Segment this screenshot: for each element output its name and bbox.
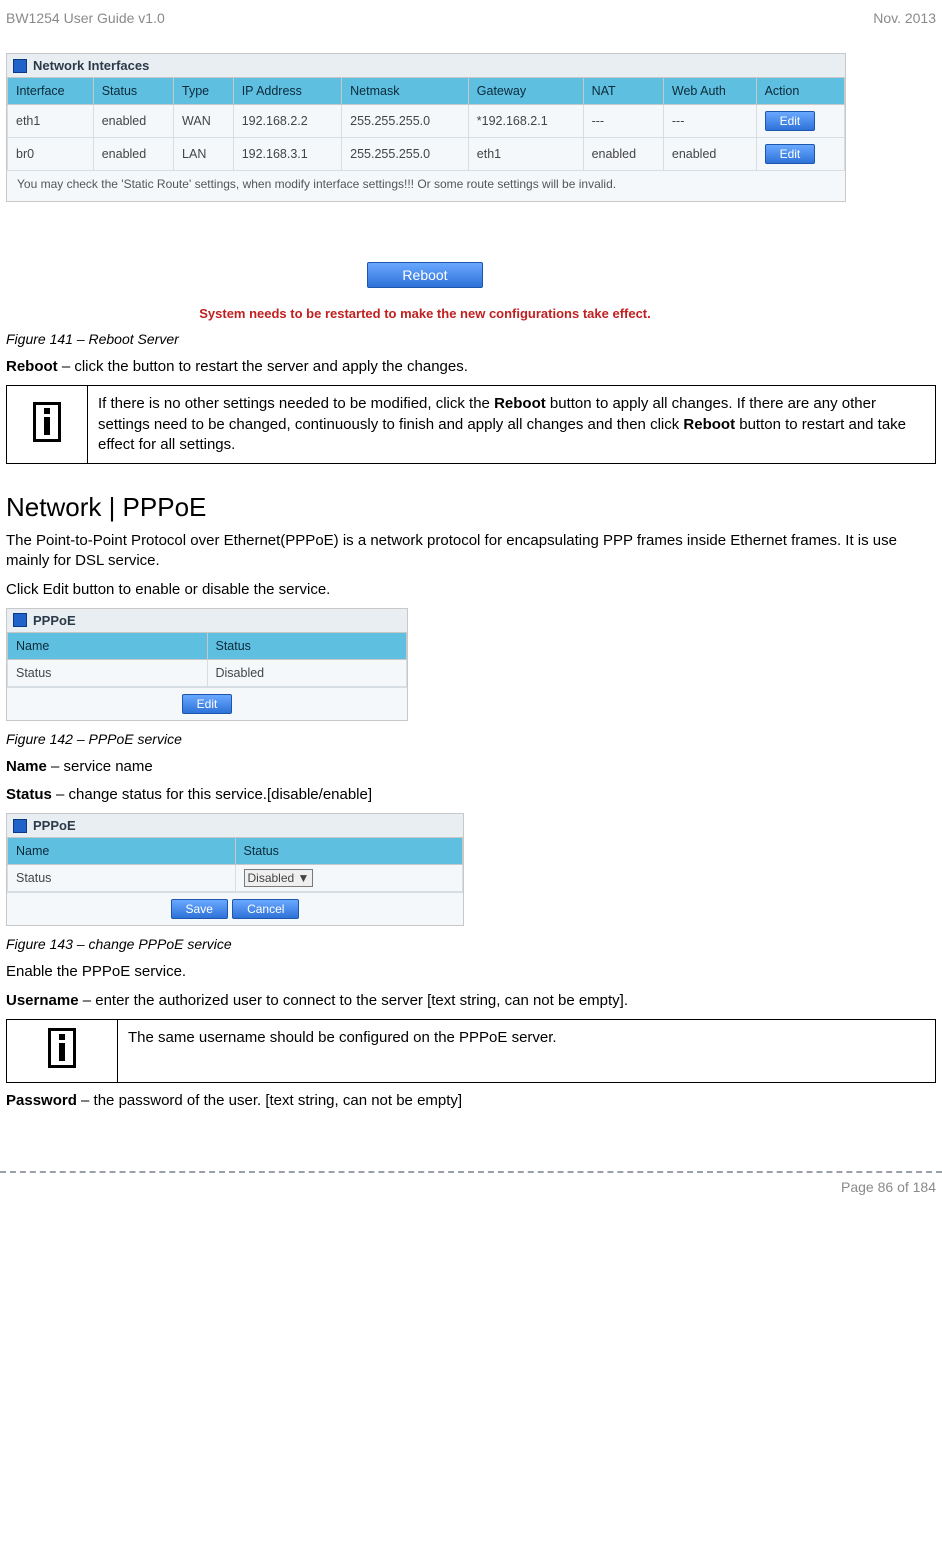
cell: enabled <box>663 138 756 171</box>
note-text: If there is no other settings needed to … <box>88 386 936 464</box>
figure-caption: Figure 142 – PPPoE service <box>6 731 936 747</box>
edit-button[interactable]: Edit <box>765 111 816 131</box>
reboot-message: System needs to be restarted to make the… <box>6 306 844 321</box>
term: Name <box>6 758 47 775</box>
panel-title-text: PPPoE <box>33 818 76 833</box>
network-interfaces-panel: Network Interfaces Interface Status Type… <box>6 53 846 202</box>
pppoe-edit-table: Name Status Status Disabled ▼ <box>7 837 463 892</box>
col-status: Status <box>93 78 173 105</box>
term: Reboot <box>6 358 58 375</box>
doc-date: Nov. 2013 <box>873 10 936 26</box>
cell: enabled <box>583 138 663 171</box>
cell: WAN <box>174 105 234 138</box>
term: Username <box>6 992 79 1009</box>
status-select[interactable]: Disabled ▼ <box>244 869 314 887</box>
term: Status <box>6 786 52 803</box>
col-gateway: Gateway <box>468 78 583 105</box>
paragraph: Name – service name <box>6 757 936 777</box>
info-icon <box>33 402 61 442</box>
cell: enabled <box>93 138 173 171</box>
cell-action: Edit <box>756 138 844 171</box>
paragraph: Status – change status for this service.… <box>6 785 936 805</box>
cell: Disabled ▼ <box>235 865 463 892</box>
note-text: The same username should be configured o… <box>118 1019 936 1082</box>
paragraph: Password – the password of the user. [te… <box>6 1091 936 1111</box>
paragraph: Enable the PPPoE service. <box>6 962 936 982</box>
cell: 192.168.3.1 <box>233 138 341 171</box>
page-footer: Page 86 of 184 <box>0 1171 942 1213</box>
cell: eth1 <box>8 105 94 138</box>
table-row: Status Disabled ▼ <box>8 865 463 892</box>
cell: 255.255.255.0 <box>342 105 469 138</box>
pppoe-table: Name Status Status Disabled <box>7 632 407 687</box>
term-desc: – enter the authorized user to connect t… <box>79 992 628 1009</box>
interfaces-table: Interface Status Type IP Address Netmask… <box>7 77 845 171</box>
term-desc: – service name <box>47 758 153 775</box>
chevron-down-icon: ▼ <box>298 871 310 885</box>
select-value: Disabled <box>248 871 295 885</box>
panel-icon <box>13 59 27 73</box>
cell: --- <box>583 105 663 138</box>
paragraph: The Point-to-Point Protocol over Etherne… <box>6 531 936 572</box>
panel-icon <box>13 819 27 833</box>
panel-footnote: You may check the 'Static Route' setting… <box>7 171 845 201</box>
cell: --- <box>663 105 756 138</box>
term-desc: – the password of the user. [text string… <box>77 1092 462 1109</box>
panel-icon <box>13 613 27 627</box>
reboot-button[interactable]: Reboot <box>367 262 482 288</box>
col-webauth: Web Auth <box>663 78 756 105</box>
t: If there is no other settings needed to … <box>98 395 494 412</box>
term-desc: – change status for this service.[disabl… <box>52 786 372 803</box>
edit-button[interactable]: Edit <box>765 144 816 164</box>
cell: 255.255.255.0 <box>342 138 469 171</box>
pppoe-panel-view: PPPoE Name Status Status Disabled Edit <box>6 608 408 721</box>
figure-caption: Figure 141 – Reboot Server <box>6 331 936 347</box>
col-type: Type <box>174 78 234 105</box>
edit-button[interactable]: Edit <box>182 694 233 714</box>
figure-caption: Figure 143 – change PPPoE service <box>6 936 936 952</box>
col-ip: IP Address <box>233 78 341 105</box>
paragraph: Click Edit button to enable or disable t… <box>6 580 936 600</box>
table-row: Status Disabled <box>8 659 407 686</box>
cell: br0 <box>8 138 94 171</box>
section-heading: Network | PPPoE <box>6 492 936 523</box>
table-row: br0 enabled LAN 192.168.3.1 255.255.255.… <box>8 138 845 171</box>
cancel-button[interactable]: Cancel <box>232 899 299 919</box>
cell: *192.168.2.1 <box>468 105 583 138</box>
cell: Status <box>8 865 236 892</box>
t: Reboot <box>683 416 735 433</box>
cell: eth1 <box>468 138 583 171</box>
col-interface: Interface <box>8 78 94 105</box>
info-icon <box>48 1028 76 1068</box>
save-button[interactable]: Save <box>171 899 228 919</box>
col-name: Name <box>8 838 236 865</box>
cell: enabled <box>93 105 173 138</box>
cell-action: Edit <box>756 105 844 138</box>
col-action: Action <box>756 78 844 105</box>
reboot-block: Reboot System needs to be restarted to m… <box>6 262 844 321</box>
col-status: Status <box>235 838 463 865</box>
t: Reboot <box>494 395 546 412</box>
panel-title-text: Network Interfaces <box>33 58 149 73</box>
table-row: eth1 enabled WAN 192.168.2.2 255.255.255… <box>8 105 845 138</box>
cell: Status <box>8 659 208 686</box>
info-note: If there is no other settings needed to … <box>6 385 936 464</box>
cell: 192.168.2.2 <box>233 105 341 138</box>
pppoe-panel-edit: PPPoE Name Status Status Disabled ▼ Save… <box>6 813 464 926</box>
info-note: The same username should be configured o… <box>6 1019 936 1083</box>
cell: LAN <box>174 138 234 171</box>
paragraph: Reboot – click the button to restart the… <box>6 357 936 377</box>
col-name: Name <box>8 632 208 659</box>
panel-title-text: PPPoE <box>33 613 76 628</box>
term: Password <box>6 1092 77 1109</box>
col-status: Status <box>207 632 407 659</box>
col-nat: NAT <box>583 78 663 105</box>
doc-title: BW1254 User Guide v1.0 <box>6 10 165 26</box>
cell: Disabled <box>207 659 407 686</box>
col-netmask: Netmask <box>342 78 469 105</box>
term-desc: – click the button to restart the server… <box>58 358 468 375</box>
paragraph: Username – enter the authorized user to … <box>6 991 936 1011</box>
